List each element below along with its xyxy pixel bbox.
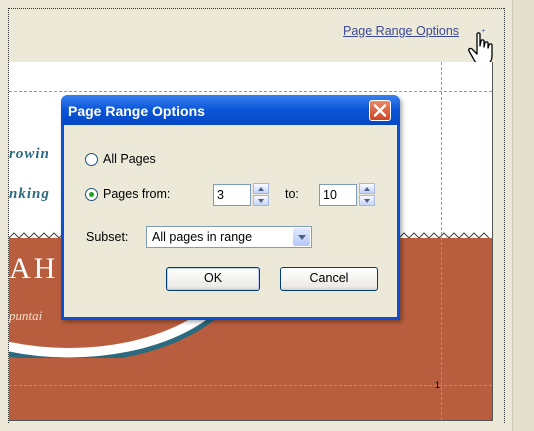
from-page-spinner[interactable] [253, 183, 269, 207]
page-number: 1 [435, 380, 441, 390]
dialog-body: All Pages Pages from: 3 to: 10 Subset: A… [64, 125, 397, 317]
to-label: to: [285, 187, 299, 201]
arrow-down-icon [258, 199, 264, 203]
ok-button[interactable]: OK [166, 267, 260, 291]
right-panel-strip [512, 0, 534, 431]
all-pages-label[interactable]: All Pages [103, 152, 156, 166]
arrow-down-icon [364, 199, 370, 203]
arrow-up-icon [364, 187, 370, 191]
subset-label: Subset: [86, 230, 129, 244]
dialog-title: Page Range Options [68, 103, 205, 119]
guide-line-top [9, 91, 492, 92]
to-down-button[interactable] [359, 195, 375, 206]
guide-line-vertical [441, 62, 442, 420]
to-page-field[interactable]: 10 [319, 184, 357, 206]
dialog-title-bar[interactable]: Page Range Options [61, 95, 400, 125]
arrow-up-icon [258, 187, 264, 191]
logo-letters: AH [9, 252, 59, 285]
subset-value: All pages in range [152, 230, 253, 244]
logo-subtext: puntai [9, 308, 43, 323]
page-text-line-2: nking [9, 186, 50, 202]
cancel-button[interactable]: Cancel [280, 267, 378, 291]
workspace-background: Page Range Options ⁺ rowin nking AH punt… [0, 0, 534, 431]
all-pages-radio[interactable] [85, 153, 98, 166]
panel-border-top [8, 8, 504, 9]
from-up-button[interactable] [253, 183, 269, 194]
panel-border-right [504, 8, 505, 423]
pages-from-label[interactable]: Pages from: [103, 187, 170, 201]
to-up-button[interactable] [359, 183, 375, 194]
from-down-button[interactable] [253, 195, 269, 206]
page-range-options-dialog: Page Range Options All Pages Pages from:… [61, 95, 400, 320]
guide-line-bottom [9, 385, 492, 386]
close-button[interactable] [369, 100, 391, 121]
pages-from-radio[interactable] [85, 188, 98, 201]
to-page-spinner[interactable] [359, 183, 375, 207]
subset-select[interactable]: All pages in range [146, 226, 312, 248]
chevron-down-icon[interactable] [293, 228, 310, 246]
page-text-line-1: rowin [9, 146, 50, 162]
page-range-options-link[interactable]: Page Range Options [343, 24, 459, 38]
from-page-field[interactable]: 3 [213, 184, 251, 206]
close-icon [373, 104, 387, 117]
